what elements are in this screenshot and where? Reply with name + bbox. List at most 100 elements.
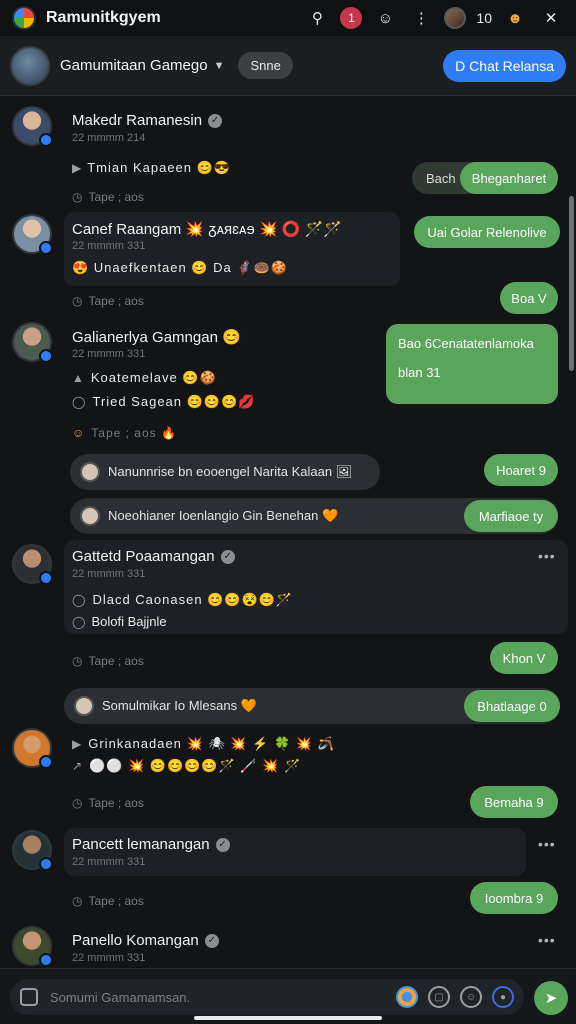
notice-button[interactable]: Hoaret 9 [484,454,558,486]
sender-name[interactable]: ▶ Grinkanadaen 💥 🕷 💥 ⚡ 🍀 💥 🪃 [72,736,335,752]
bubble-line: blan 31 [398,365,441,380]
counter-label: 10 [476,10,492,26]
more-options-icon[interactable]: ••• [538,836,556,852]
chat-release-button[interactable]: D Chat Relansa [443,49,566,82]
avatar [74,696,94,716]
message-line: ▲ Koatemelave 😊🍪 [72,370,217,385]
verified-icon [39,857,53,871]
info-icon: ◯ [72,593,87,607]
avatar[interactable] [12,830,53,871]
check-icon: ✓ [204,934,219,949]
clock-icon: ◷ [72,796,83,810]
status-pill[interactable]: Snne [238,52,293,79]
message-meta: ◷ Tape ; aos [72,894,144,908]
message-line: ◯ Tried Sagean 😊😊😊💋 [72,394,256,409]
message-time: 22 mmmm 331 [72,348,146,360]
emoji-icon[interactable]: ☺ [372,5,398,31]
more-options-icon[interactable]: ••• [538,932,556,948]
group-name[interactable]: Gamumitaan Gamego [60,57,208,74]
avatar[interactable] [12,728,53,769]
reply-chip[interactable]: Bheganharet [460,162,558,194]
message-meta: ◷ Tape ; aos [72,190,144,204]
message-line: ▶ Tmian Kapaeen 😊😎 [72,160,231,175]
sender-name[interactable]: Galianerlya Gamngan 😊 [72,328,241,346]
message-time: 22 mmmm 331 [72,240,146,252]
globe-icon[interactable] [396,986,418,1008]
arrow-icon: ↗ [72,759,84,773]
chat-header: Gamumitaan Gamego ▼ Snne D Chat Relansa [0,36,576,96]
tag-icon: ▶ [72,737,83,751]
send-icon[interactable]: ➤ [534,981,568,1015]
info-icon: ◯ [72,395,87,409]
verified-icon [39,349,53,363]
smile-icon: ☺ [72,426,86,440]
attach-icon[interactable] [20,988,38,1006]
group-avatar[interactable] [10,45,50,86]
check-icon: ✓ [215,838,230,853]
verified-icon [39,571,53,585]
message-line: ↗ ⚪⚪ 💥 😊😊😊😊🪄 🦯 💥 🪄 [72,758,302,773]
avatar[interactable] [12,106,53,147]
clock-icon: ◷ [72,654,83,668]
app-logo-icon [12,6,36,30]
search-icon[interactable]: ⚲ [304,5,330,31]
avatar[interactable] [12,214,53,255]
avatar[interactable] [12,544,53,585]
more-vertical-icon[interactable]: ⋮ [408,5,434,31]
top-bar: Ramunitkgyem ⚲ 1 ☺ ⋮ 10 ☻ ✕ [0,0,576,36]
sender-name[interactable]: Makedr Ramanesin ✓ [72,112,223,129]
message-meta: ◷ Tape ; aos [72,654,144,668]
message-feed[interactable]: Makedr Ramanesin ✓ 22 mmmm 214 ▶ Tmian Kap… [0,96,576,968]
info-icon: ◯ [72,615,86,629]
verified-icon [39,241,53,255]
scrollbar[interactable] [569,196,574,371]
sender-name[interactable]: Gattetd Poaamangan ✓ [72,548,235,565]
check-icon: ✓ [220,550,235,565]
message-line: ◯ Dlacd Caonasen 😊😊😵😊🪄 [72,592,294,607]
mask-icon[interactable]: ☻ [502,5,528,31]
reply-chip[interactable]: Khon V [490,642,558,674]
reply-chip[interactable]: Ioombra 9 [470,882,558,914]
reply-chip[interactable]: Bemaha 9 [470,786,558,818]
clock-icon: ◷ [72,894,83,908]
notification-badge[interactable]: 1 [340,7,363,29]
message-meta: ☺ Tape ; aos 🔥 [72,426,177,440]
tag-icon: ▶ [72,161,82,175]
avatar[interactable] [12,322,53,363]
message-bubble[interactable]: Bao 6Cenatatenlamoka blan 31 [386,324,558,404]
app-title: Ramunitkgyem [46,9,161,26]
voice-icon[interactable]: ● [492,986,514,1008]
message-time: 22 mmmm 331 [72,568,146,580]
message-line: 😍 Unaefkentaen 😊 Da 🦸🍩🍪 [72,260,288,275]
avatar[interactable] [12,926,53,967]
sticker-icon[interactable]: ☺ [460,986,482,1008]
verified-icon [39,755,53,769]
avatar [80,506,100,526]
check-icon: ✓ [208,114,223,129]
message-input[interactable] [50,989,386,1005]
composer-box: ▢ ☺ ● [10,979,524,1015]
more-options-icon[interactable]: ••• [538,548,556,564]
message-line: ◯ Bolofi Bajjnle [72,614,167,629]
sender-name[interactable]: Panello Komangan ✓ [72,932,219,949]
reply-chip[interactable]: Uai Golar Relenolive [414,216,560,248]
tag-icon: ▲ [72,371,85,385]
message-time: 22 mmmm 214 [72,132,146,144]
message-time: 22 mmmm 331 [72,952,146,964]
message-meta: ◷ Tape ; aos [72,796,144,810]
notice-button[interactable]: Bhatlaage 0 [464,690,560,722]
chevron-down-icon[interactable]: ▼ [214,60,225,72]
home-indicator [194,1016,382,1020]
reply-chip[interactable]: Boa V [500,282,558,314]
message-time: 22 mmmm 331 [72,856,146,868]
verified-icon [39,953,53,967]
top-actions: ⚲ 1 ☺ ⋮ 10 ☻ ✕ [304,5,564,31]
clock-icon: ◷ [72,190,83,204]
close-icon[interactable]: ✕ [538,5,564,31]
notice-button[interactable]: Marfiaoe ty [464,500,558,532]
clock-icon: ◷ [72,294,83,308]
gif-icon[interactable]: ▢ [428,986,450,1008]
sender-name[interactable]: Pancett lemanangan ✓ [72,836,230,853]
user-avatar[interactable] [444,7,467,29]
sender-name[interactable]: Canef Raangam 💥 ᵹᴀᴙɛᴀɘ 💥 ⭕ 🪄🪄 [72,220,342,238]
